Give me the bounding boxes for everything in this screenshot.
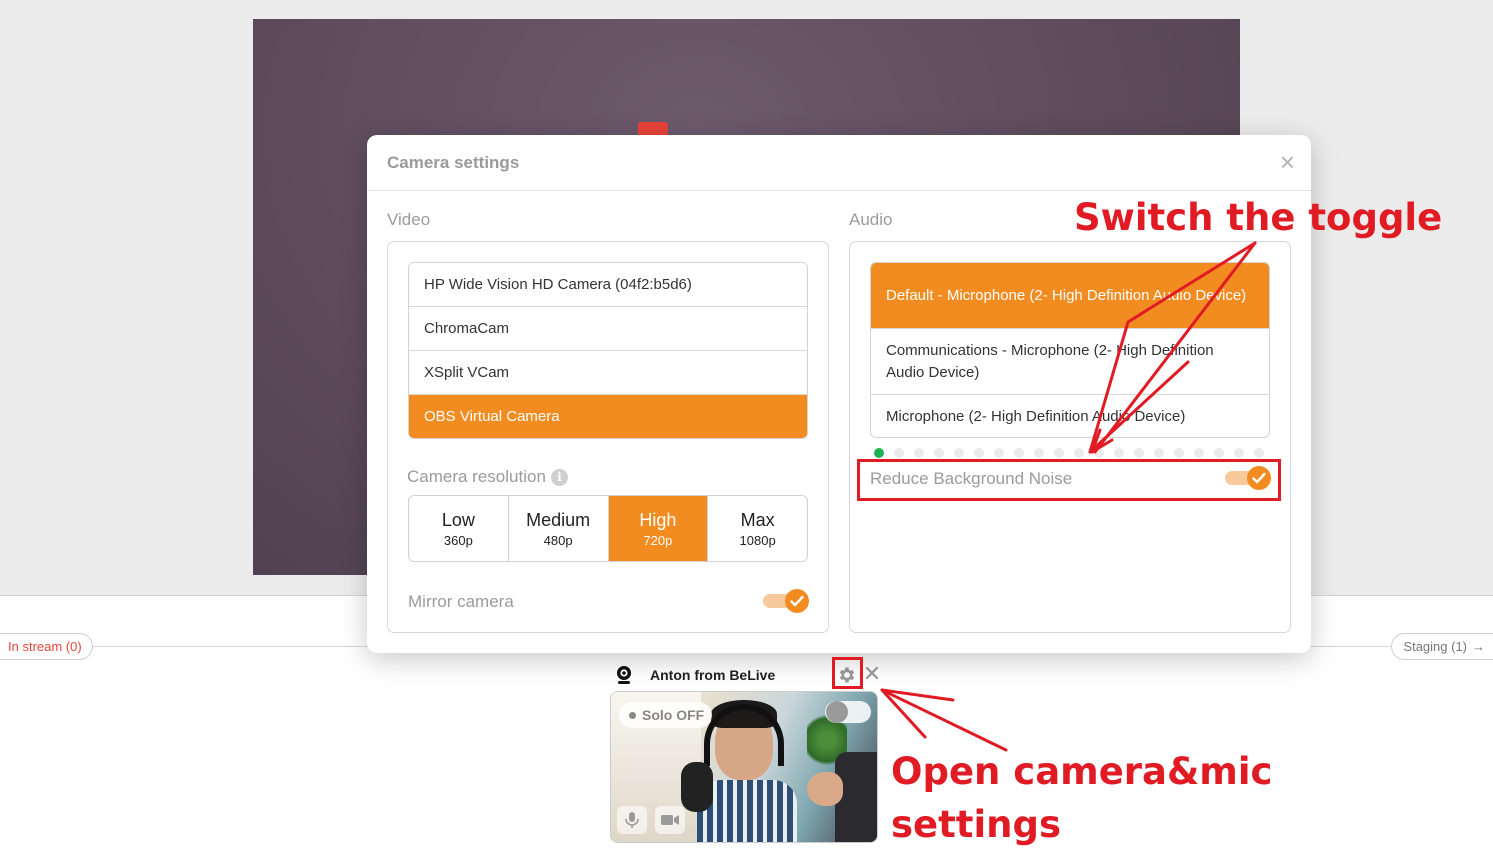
mirror-camera-label: Mirror camera bbox=[408, 592, 514, 611]
audio-level-meter bbox=[874, 448, 1264, 458]
annotation-highlight-gear bbox=[832, 657, 863, 689]
audio-level-dot bbox=[994, 448, 1004, 458]
brand-logo bbox=[638, 122, 668, 136]
solo-dot bbox=[629, 711, 636, 719]
annotation-open-settings-line1: Open camera&mic bbox=[891, 750, 1273, 793]
audio-level-dot bbox=[1114, 448, 1124, 458]
audio-level-dot bbox=[1094, 448, 1104, 458]
audio-device-list: Default - Microphone (2- High Definition… bbox=[870, 262, 1270, 438]
staging-label: Staging (1) bbox=[1403, 639, 1467, 654]
annotation-highlight-toggle bbox=[857, 459, 1281, 501]
modal-header: Camera settings × bbox=[367, 135, 1311, 191]
resolution-option-medium[interactable]: Medium 480p bbox=[509, 496, 609, 561]
audio-level-dot bbox=[934, 448, 944, 458]
audio-level-dot bbox=[874, 448, 884, 458]
audio-level-dot bbox=[1134, 448, 1144, 458]
audio-level-dot bbox=[1234, 448, 1244, 458]
audio-level-dot bbox=[1034, 448, 1044, 458]
annotation-open-settings-line2: settings bbox=[891, 803, 1062, 846]
video-device-option[interactable]: XSplit VCam bbox=[409, 351, 807, 395]
remove-participant-close-icon[interactable]: ✕ bbox=[862, 663, 882, 686]
video-device-option[interactable]: HP Wide Vision HD Camera (04f2:b5d6) bbox=[409, 263, 807, 307]
resolution-name: High bbox=[639, 509, 677, 530]
audio-level-dot bbox=[974, 448, 984, 458]
video-microphone-shape bbox=[681, 762, 713, 812]
solo-toggle-knob bbox=[826, 701, 848, 723]
video-section-label: Video bbox=[387, 210, 431, 229]
info-icon[interactable]: i bbox=[550, 468, 568, 486]
resolution-option-low[interactable]: Low 360p bbox=[409, 496, 509, 561]
resolution-selector: Low 360p Medium 480p High 720p Max 1080p bbox=[408, 495, 808, 562]
audio-level-dot bbox=[954, 448, 964, 458]
video-camera-icon[interactable] bbox=[655, 806, 685, 834]
resolution-sub: 720p bbox=[643, 532, 673, 548]
modal-title: Camera settings bbox=[387, 153, 520, 172]
webcam-icon bbox=[614, 665, 634, 685]
audio-level-dot bbox=[1014, 448, 1024, 458]
video-device-option[interactable]: ChromaCam bbox=[409, 307, 807, 351]
audio-level-dot bbox=[1214, 448, 1224, 458]
audio-level-dot bbox=[1194, 448, 1204, 458]
resolution-sub: 1080p bbox=[739, 532, 776, 548]
resolution-option-max[interactable]: Max 1080p bbox=[708, 496, 807, 561]
video-device-option-selected[interactable]: OBS Virtual Camera bbox=[409, 395, 807, 438]
audio-device-option[interactable]: Communications - Microphone (2- High Def… bbox=[871, 329, 1269, 395]
camera-resolution-text: Camera resolution bbox=[407, 467, 546, 486]
audio-section-label: Audio bbox=[849, 210, 893, 229]
annotation-switch-toggle: Switch the toggle bbox=[1074, 196, 1443, 239]
microphone-icon[interactable] bbox=[617, 806, 647, 834]
in-stream-tab[interactable]: In stream (0) bbox=[0, 633, 93, 660]
video-device-list: HP Wide Vision HD Camera (04f2:b5d6) Chr… bbox=[408, 262, 808, 439]
audio-level-dot bbox=[1254, 448, 1264, 458]
audio-device-option-selected[interactable]: Default - Microphone (2- High Definition… bbox=[871, 263, 1269, 329]
participant-name: Anton from BeLive bbox=[650, 667, 776, 683]
audio-level-dot bbox=[1154, 448, 1164, 458]
check-icon bbox=[785, 589, 809, 613]
audio-level-dot bbox=[1074, 448, 1084, 458]
solo-label: Solo OFF bbox=[642, 707, 705, 723]
audio-level-dot bbox=[894, 448, 904, 458]
staging-tab[interactable]: Staging (1) → bbox=[1391, 633, 1493, 660]
audio-level-dot bbox=[914, 448, 924, 458]
audio-level-dot bbox=[1054, 448, 1064, 458]
resolution-name: Max bbox=[740, 509, 775, 530]
video-person-hand bbox=[807, 772, 843, 806]
participant-video: Solo OFF bbox=[610, 691, 878, 843]
close-icon[interactable]: × bbox=[1280, 149, 1295, 175]
resolution-sub: 360p bbox=[443, 532, 473, 548]
resolution-name: Medium bbox=[526, 509, 591, 530]
camera-resolution-label: Camera resolution i bbox=[407, 467, 568, 487]
arrow-right-icon: → bbox=[1472, 639, 1485, 654]
solo-status-badge: Solo OFF bbox=[619, 702, 713, 728]
resolution-sub: 480p bbox=[543, 532, 573, 548]
resolution-option-high[interactable]: High 720p bbox=[608, 496, 709, 561]
mirror-camera-toggle[interactable] bbox=[763, 589, 809, 613]
resolution-name: Low bbox=[441, 509, 475, 530]
solo-toggle[interactable] bbox=[825, 701, 871, 723]
audio-device-option[interactable]: Microphone (2- High Definition Audio Dev… bbox=[871, 395, 1269, 437]
audio-level-dot bbox=[1174, 448, 1184, 458]
